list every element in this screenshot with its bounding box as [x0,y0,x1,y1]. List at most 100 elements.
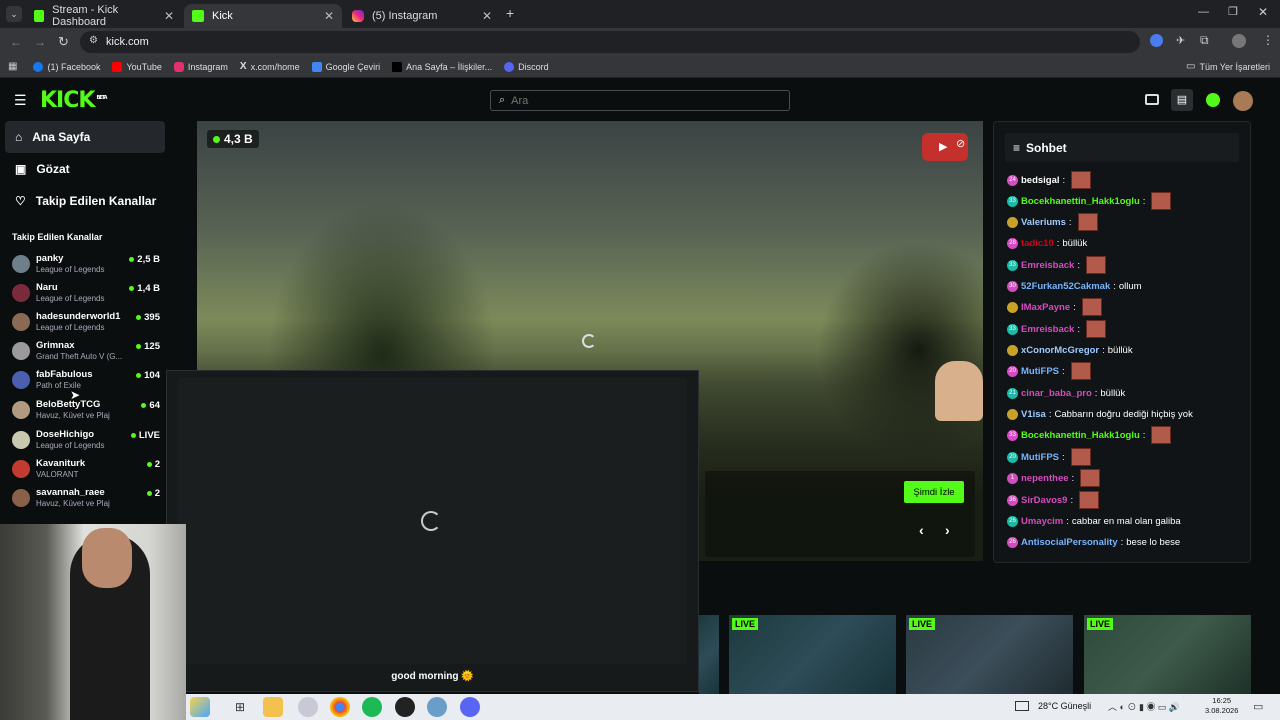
carousel-next-icon[interactable]: › [945,522,950,538]
tab-kick-dashboard[interactable]: Stream - Kick Dashboard ✕ [26,4,182,28]
kick-coin-icon[interactable] [1206,93,1220,107]
search-box[interactable]: ⌕ [490,90,790,111]
stream-thumbnail[interactable]: LIVE [906,615,1073,695]
apps-icon[interactable]: ▦ [8,61,17,72]
address-bar[interactable]: ⚙ kick.com [80,31,1140,53]
minimize-button[interactable]: — [1198,6,1209,18]
channel-item[interactable]: Grimnax Grand Theft Auto V (G... 125 [10,338,160,367]
widgets-icon[interactable] [190,697,210,717]
nav-browse[interactable]: ▣ Gözat [5,153,165,185]
app-icon[interactable] [427,697,447,717]
stream-thumbnail[interactable]: LIVE [729,615,896,695]
system-clock[interactable]: 16:25 3.08.2026 [1205,696,1238,716]
window-close-button[interactable]: ✕ [1258,5,1268,19]
chat-username[interactable]: IMaxPayne [1021,302,1070,313]
all-bookmarks-button[interactable]: ▭ Tüm Yer İşaretleri [1186,61,1270,72]
bookmark-instagram[interactable]: Instagram [173,61,228,72]
dashboard-icon[interactable]: ▤ [1171,89,1193,111]
notification-icon[interactable]: ▭ [1253,700,1263,713]
subscriber-badge: 33 [1007,323,1018,335]
watch-now-button[interactable]: Şimdi İzle [904,481,964,503]
channel-item[interactable]: hadesunderworld1 League of Legends 395 [10,309,160,338]
chat-username[interactable]: AntisocialPersonality [1021,537,1118,548]
bookmark-ana-sayfa[interactable]: Ana Sayfa – İlişkiler... [392,61,492,72]
chat-collapse-icon[interactable]: ≡ [1013,141,1020,155]
chat-username[interactable]: 52Furkan52Cakmak [1021,281,1110,292]
mute-icon[interactable]: ⊘ [956,137,965,150]
reload-icon[interactable]: ↻ [58,34,69,50]
nav-following[interactable]: ♡ Takip Edilen Kanallar [5,185,165,217]
chat-username[interactable]: Valeriums [1021,217,1066,228]
menu-icon[interactable]: ⋮ [1262,33,1274,47]
clock-time: 16:25 [1212,696,1232,705]
task-view-icon[interactable]: ⊞ [230,697,250,717]
channel-item[interactable]: savannah_raee Havuz, Küvet ve Plaj 2 [10,485,160,514]
channel-item[interactable]: BeloBettyTCG Havuz, Küvet ve Plaj 64 [10,397,160,426]
user-avatar[interactable] [1233,91,1253,111]
tab-search-button[interactable]: ⌄ [6,6,22,22]
chat-username[interactable]: bedsigal [1021,175,1060,186]
carousel-prev-icon[interactable]: ‹ [919,522,924,538]
tray-icons[interactable]: ︿ ◐ ⊙ ▮ ◉ ▭ 🔊 [1108,700,1180,713]
chat-username[interactable]: Bocekhanettin_Hakk1oglu [1021,430,1140,441]
chat-username[interactable]: Bocekhanettin_Hakk1oglu [1021,196,1140,207]
close-icon[interactable]: ✕ [324,9,334,23]
discord-icon[interactable] [460,697,480,717]
bookmark-google-translate[interactable]: Google Çeviri [311,61,380,72]
clip-icon[interactable] [1145,94,1159,105]
chat-username[interactable]: Umaycim [1021,516,1063,527]
channel-item[interactable]: panky League of Legends 2,5 B [10,251,160,280]
avatar [12,342,30,360]
profile-avatar[interactable] [1232,34,1246,48]
chat-username[interactable]: SirDavos9 [1021,495,1067,506]
chat-message: 26 AntisocialPersonality: bese lo bese [1007,532,1247,552]
close-icon[interactable]: ✕ [164,9,174,23]
subscriber-badge: 21 [1007,387,1018,399]
spotify-icon[interactable] [362,697,382,717]
bookmark-youtube[interactable]: YouTube [112,61,162,72]
emote-image [1070,448,1091,466]
chat-separator: : [1048,408,1052,420]
kick-logo[interactable]: KICK BETA [40,88,108,113]
chat-username[interactable]: tadic10 [1021,238,1054,249]
bookmark-discord[interactable]: Discord [504,61,549,72]
forward-icon[interactable]: → [34,35,46,49]
channel-name: DoseHichigo [36,429,95,440]
tab-kick[interactable]: Kick ✕ [184,4,342,28]
chat-username[interactable]: nepenthee [1021,473,1069,484]
new-tab-button[interactable]: + [506,5,514,21]
obs-icon[interactable] [395,697,415,717]
weather-text[interactable]: 28°C Güneşli [1038,701,1091,711]
chrome-icon[interactable] [330,697,350,717]
back-icon[interactable]: ← [10,35,22,49]
stream-thumbnail[interactable]: LIVE [1084,615,1251,695]
stream-thumbnail[interactable] [699,615,719,695]
chat-username[interactable]: Emreisback [1021,260,1074,271]
tab-instagram[interactable]: (5) Instagram ✕ [344,4,500,28]
extension-icon[interactable]: ✈ [1176,34,1185,47]
site-info-icon[interactable]: ⚙ [89,35,98,46]
file-explorer-icon[interactable] [263,697,283,717]
chat-username[interactable]: Emreisback [1021,324,1074,335]
hamburger-menu-icon[interactable]: ☰ [14,92,27,109]
chat-username[interactable]: V1isa [1021,409,1046,420]
chat-username[interactable]: xConorMcGregor [1021,345,1099,356]
close-icon[interactable]: ✕ [482,9,492,23]
extension-icon[interactable] [1150,34,1163,47]
restore-button[interactable]: ❐ [1228,5,1238,18]
search-input[interactable] [511,94,762,107]
channel-item[interactable]: fabFabulous Path of Exile 104 [10,367,160,396]
channel-item[interactable]: Naru League of Legends 1,4 B [10,280,160,309]
keyboard-icon[interactable] [1015,701,1029,711]
chat-username[interactable]: MutiFPS [1021,366,1059,377]
chat-username[interactable]: MutiFPS [1021,452,1059,463]
bookmark-facebook[interactable]: (1) Facebook [33,61,100,72]
emote-image [1085,256,1106,274]
chat-username[interactable]: cinar_baba_pro [1021,388,1092,399]
nav-home[interactable]: ⌂ Ana Sayfa [5,121,165,153]
bookmark-x[interactable]: Xx.com/home [240,61,300,72]
app-icon[interactable] [298,697,318,717]
channel-item[interactable]: DoseHichigo League of Legends LIVE [10,427,160,456]
channel-item[interactable]: Kavaniturk VALORANT 2 [10,456,160,485]
extensions-puzzle-icon[interactable]: ⧉ [1200,33,1209,48]
